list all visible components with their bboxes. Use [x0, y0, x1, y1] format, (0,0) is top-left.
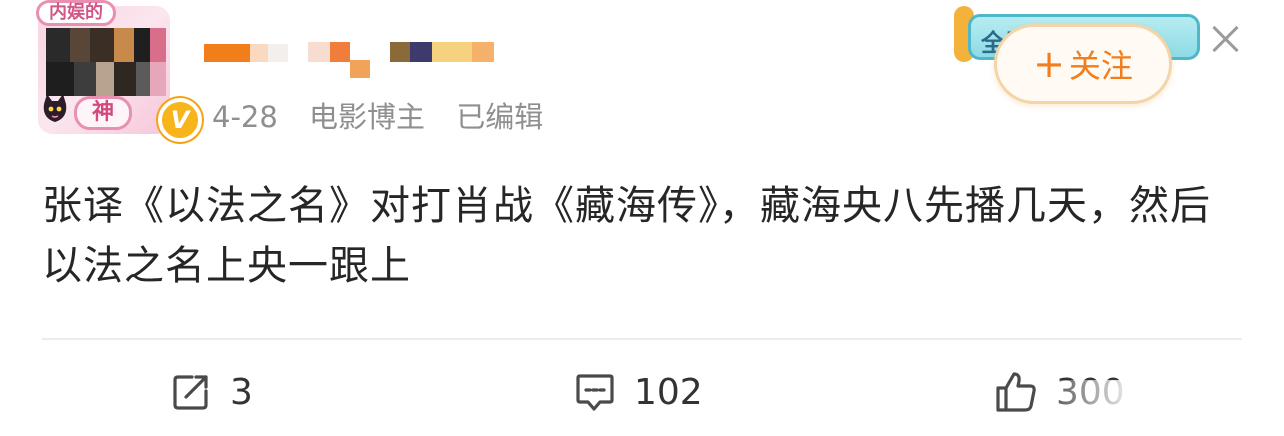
username[interactable] — [204, 38, 504, 80]
post-source: 电影博主 — [309, 100, 426, 134]
thumbs-up-icon — [996, 372, 1036, 412]
post-edited-label: 已编辑 — [456, 100, 544, 134]
post-meta: 4-28 电影博主 已编辑 — [212, 94, 565, 136]
repost-button[interactable]: 3 — [170, 364, 253, 420]
post-text: 张译《以法之名》对打肖战《藏海传》，藏海央八先播几天，然后以法之名上央一跟上 — [42, 183, 1211, 289]
avatar-photo — [46, 28, 166, 96]
post-date: 4-28 — [212, 100, 278, 134]
plus-icon: + — [1033, 42, 1065, 86]
follow-label: 关注 — [1068, 47, 1133, 85]
verified-v-icon: V — [158, 98, 202, 142]
avatar-frame-god-label: 神 — [74, 96, 132, 130]
divider — [42, 338, 1242, 340]
watermark-overlay — [1034, 380, 1274, 420]
repost-count: 3 — [230, 371, 253, 413]
follow-button[interactable]: + 关注 — [994, 24, 1172, 104]
cat-icon — [43, 94, 67, 122]
avatar[interactable]: 内娱的 神 V — [34, 0, 202, 142]
comment-icon — [576, 374, 614, 411]
close-icon[interactable] — [1206, 20, 1244, 58]
comment-count: 102 — [634, 371, 703, 413]
avatar-frame-label: 内娱的 — [36, 0, 116, 26]
comment-button[interactable]: 102 — [574, 364, 703, 420]
repost-icon — [173, 375, 208, 410]
